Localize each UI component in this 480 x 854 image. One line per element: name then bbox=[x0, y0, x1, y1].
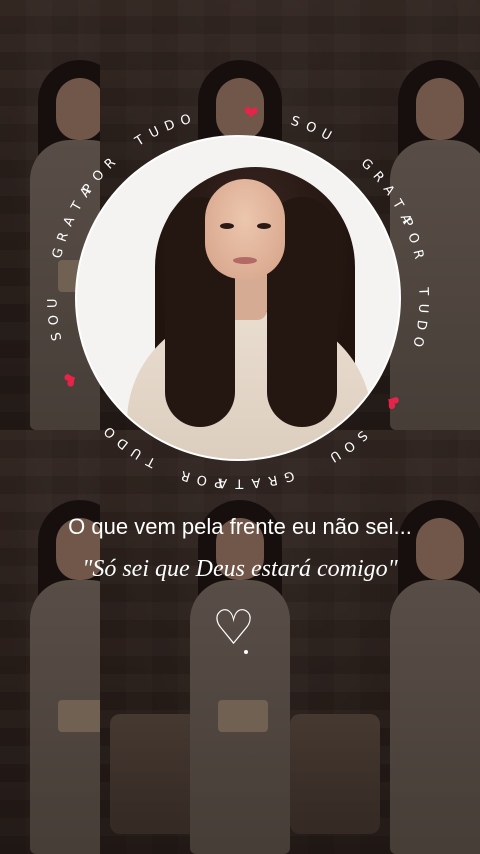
caption-line-1: O que vem pela frente eu não sei... bbox=[68, 514, 412, 539]
ring-letter: T bbox=[68, 199, 85, 214]
ring-letter: U bbox=[129, 444, 145, 462]
ring-letter: T bbox=[132, 133, 148, 150]
ring-letter: A bbox=[380, 182, 397, 198]
ring-letter: O bbox=[340, 437, 357, 455]
heart-icon: ❤ bbox=[59, 368, 84, 391]
ring-letter: O bbox=[404, 231, 421, 246]
ring-letter: G bbox=[358, 156, 376, 174]
ring-letter: A bbox=[61, 214, 78, 228]
ring-letter: U bbox=[147, 124, 162, 142]
ring-letter: O bbox=[179, 112, 193, 129]
ring-letter: U bbox=[327, 447, 343, 465]
ring-letter: D bbox=[162, 117, 177, 135]
circle-frame: ❤ S O U G R A T A P O R T U D O ❤ S O U G R A T A P O R T U D O ❤ S O U G R A T… bbox=[28, 88, 448, 508]
ring-letter: A bbox=[251, 474, 261, 490]
ring-letter: S bbox=[354, 427, 370, 444]
ring-letter: O bbox=[196, 471, 209, 488]
ring-letter: S bbox=[289, 114, 301, 131]
ring-letter: U bbox=[318, 126, 334, 144]
ring-letter: P bbox=[214, 474, 224, 490]
ring-letter: T bbox=[235, 475, 244, 490]
ring-letter: R bbox=[369, 169, 386, 186]
caption-line-2: "Só sei que Deus estará comigo" bbox=[82, 556, 398, 582]
ring-letter: O bbox=[46, 314, 62, 326]
ring-letter: O bbox=[102, 423, 120, 441]
ring-letter: T bbox=[144, 453, 159, 470]
circular-text-ring: ❤ S O UGRATAPORTUDO❤SOUGRATAPORTUDO❤SOUGRAT… bbox=[45, 102, 431, 490]
ring-letter: G bbox=[50, 247, 67, 260]
ring-letter: T bbox=[389, 196, 406, 211]
ring-letter: R bbox=[102, 155, 119, 172]
ring-letter: O bbox=[303, 119, 318, 137]
ring-letter: R bbox=[409, 248, 426, 260]
ring-letter: G bbox=[282, 467, 296, 484]
ring-letter: D bbox=[115, 434, 132, 452]
ring-letter: O bbox=[409, 335, 426, 348]
ring-letter: U bbox=[415, 303, 431, 313]
ring-letter: D bbox=[413, 319, 429, 331]
ring-letter: R bbox=[55, 230, 72, 243]
ring-letter: O bbox=[90, 167, 108, 185]
ring-letter: R bbox=[267, 472, 279, 488]
ring-letter: S bbox=[49, 331, 65, 342]
ring-letter: U bbox=[45, 298, 60, 308]
heart-outline-icon: ♡ bbox=[212, 600, 256, 656]
heart-icon: ❤ bbox=[378, 389, 404, 413]
ring-letter: R bbox=[179, 467, 192, 484]
heart-icon: ❤ bbox=[243, 102, 260, 124]
ring-letter: T bbox=[415, 286, 430, 296]
heart-doodle-dot bbox=[244, 650, 248, 654]
